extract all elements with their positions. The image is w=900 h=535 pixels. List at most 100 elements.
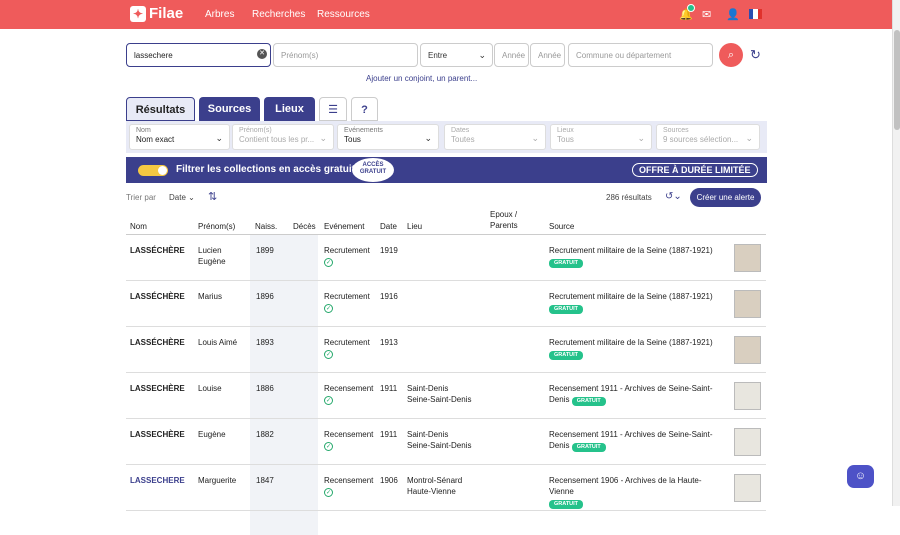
cell-source[interactable]: Recrutement militaire de la Seine (1887-… (549, 291, 719, 314)
table-row[interactable]: LASSECHERE Marguerite 1847 Recensement ✓ 1906… (126, 465, 766, 511)
cell-source[interactable]: Recrutement militaire de la Seine (1887-… (549, 337, 719, 360)
cell-naiss: 1882 (256, 430, 274, 439)
nav-recherches[interactable]: Recherches (252, 9, 305, 20)
date-range-select[interactable]: Entre ⌄ (420, 43, 493, 67)
document-thumbnail[interactable] (734, 336, 761, 364)
cell-prenoms: Marguerite (198, 475, 236, 486)
filters-bar: Nom Nom exact ⌄ Prénom(s) Contient tous les… (126, 121, 767, 153)
header-nom[interactable]: Nom (130, 222, 147, 231)
nav-arbres[interactable]: Arbres (205, 9, 234, 20)
chat-assistant-button[interactable]: ☺ (847, 465, 874, 488)
year-from-input[interactable]: Année (494, 43, 529, 67)
prenom-line: Louise (198, 384, 222, 393)
filter-value: Nom exact (136, 135, 175, 144)
cell-evenement: Recrutement (324, 338, 370, 347)
document-thumbnail[interactable] (734, 290, 761, 318)
cell-naiss: 1899 (256, 246, 274, 255)
french-flag-icon[interactable] (749, 9, 762, 19)
nav-ressources[interactable]: Ressources (317, 9, 370, 20)
mail-icon[interactable]: ✉ (702, 8, 711, 21)
cell-prenoms: Louise (198, 383, 222, 394)
header-prenoms[interactable]: Prénom(s) (198, 222, 235, 231)
scrollbar[interactable] (892, 0, 900, 506)
lieu-line: Haute-Vienne (407, 487, 456, 496)
cell-source[interactable]: Recensement 1911 - Archives de Seine-Sai… (549, 383, 719, 406)
cell-nom[interactable]: LASSECHERE (130, 475, 185, 486)
user-icon[interactable]: 👤 (726, 8, 740, 21)
add-relative-link[interactable]: Ajouter un conjoint, un parent... (366, 74, 477, 83)
name-search-input[interactable]: lassechere (126, 43, 271, 67)
help-button[interactable]: ? (351, 97, 378, 121)
prenom-line: Eugène (198, 257, 226, 266)
table-row[interactable]: LASSÉCHÈRE Marius 1896 Recrutement ✓ 1916 Recr… (126, 281, 766, 327)
header-evenement[interactable]: Evénement (324, 222, 364, 231)
cell-source[interactable]: Recrutement militaire de la Seine (1887-… (549, 245, 719, 268)
chevron-down-icon: ⌄ (188, 193, 195, 202)
header-epoux[interactable]: Epoux / Parents (490, 209, 522, 231)
filae-logo[interactable]: ✦ Filae (130, 5, 183, 22)
filter-lieux[interactable]: Lieux Tous ⌄ (550, 124, 652, 150)
document-thumbnail[interactable] (734, 382, 761, 410)
free-tag: GRATUIT (549, 500, 584, 509)
cell-nom: LASSÉCHÈRE (130, 292, 185, 301)
header-lieu[interactable]: Lieu (407, 222, 422, 231)
cell-naiss: 1847 (256, 476, 274, 485)
header-date[interactable]: Date (380, 222, 397, 231)
cell-nom: LASSECHÈRE (130, 384, 185, 393)
cell-evenement: Recrutement (324, 292, 370, 301)
create-alert-button[interactable]: Créer une alerte (690, 188, 761, 207)
tab-results[interactable]: Résultats (126, 97, 195, 121)
cell-date: 1919 (380, 246, 398, 255)
filter-nom[interactable]: Nom Nom exact ⌄ (129, 124, 230, 150)
sort-label: Trier par (126, 193, 156, 202)
header-naiss[interactable]: Naiss. (255, 222, 277, 231)
scrollbar-thumb[interactable] (894, 30, 900, 130)
cell-nom: LASSÉCHÈRE (130, 338, 185, 347)
table-row[interactable]: LASSÉCHÈRE Lucien Eugène 1899 Recrutement ✓ 19… (126, 235, 766, 281)
filter-sources[interactable]: Sources 9 sources sélection... ⌄ (656, 124, 760, 150)
cell-source[interactable]: Recensement 1911 - Archives de Seine-Sai… (549, 429, 719, 452)
prenom-line: Louis Aimé (198, 338, 238, 347)
chevron-down-icon: ⌄ (745, 133, 753, 143)
history-icon[interactable]: ↺⌄ (665, 191, 682, 202)
chevron-down-icon: ⌄ (478, 49, 486, 60)
header-source[interactable]: Source (549, 222, 574, 231)
free-access-toggle[interactable] (138, 165, 168, 176)
tab-lieux[interactable]: Lieux (264, 97, 315, 121)
cell-date: 1906 (380, 476, 398, 485)
table-row[interactable]: LASSÉCHÈRE Louis Aimé 1893 Recrutement ✓ 1913… (126, 327, 766, 373)
table-row[interactable]: LASSECHÈRE Eugène 1882 Recensement ✓ 1911 Sain… (126, 419, 766, 465)
document-thumbnail[interactable] (734, 474, 761, 502)
filter-value: Contient tous les pr... (239, 135, 315, 144)
filter-prenoms[interactable]: Prénom(s) Contient tous les pr... ⌄ (232, 124, 334, 150)
header-deces[interactable]: Décès (293, 222, 316, 231)
sort-direction-icon[interactable]: ⇅ (208, 190, 217, 203)
filter-label: Dates (451, 127, 470, 134)
filter-evenements[interactable]: Evénements Tous ⌄ (337, 124, 439, 150)
clear-icon[interactable]: ✕ (257, 49, 267, 59)
free-tag: GRATUIT (549, 305, 584, 314)
sort-select[interactable]: Date ⌄ (169, 193, 195, 202)
filter-value: Toutes (451, 135, 475, 144)
year-to-input[interactable]: Année (530, 43, 565, 67)
document-thumbnail[interactable] (734, 428, 761, 456)
place-input[interactable]: Commune ou département (568, 43, 713, 67)
cell-prenoms: Lucien Eugène (198, 245, 226, 267)
free-tag: GRATUIT (571, 443, 606, 452)
free-tag: GRATUIT (549, 351, 584, 360)
table-row[interactable]: LASSECHÈRE Louise 1886 Recensement ✓ 1911 Sain… (126, 373, 766, 419)
filter-dates[interactable]: Dates Toutes ⌄ (444, 124, 546, 150)
search-icon: ⌕ (727, 49, 735, 61)
filters-settings-button[interactable]: ☰ (319, 97, 347, 121)
reset-icon[interactable]: ↻ (750, 47, 761, 63)
document-thumbnail[interactable] (734, 244, 761, 272)
cell-source[interactable]: Recensement 1906 - Archives de la Haute-… (549, 475, 719, 509)
lieu-line: Montrol-Sénard (407, 476, 463, 485)
cell-lieu: Saint-Denis Seine-Saint-Denis (407, 383, 471, 405)
firstname-input[interactable]: Prénom(s) (273, 43, 418, 67)
search-button[interactable]: ⌕ (719, 43, 743, 67)
tab-sources[interactable]: Sources (199, 97, 260, 121)
sort-value: Date (169, 193, 186, 202)
cell-prenoms: Eugène (198, 429, 226, 440)
limited-offer-button[interactable]: OFFRE À DURÉE LIMITÉE (632, 163, 758, 177)
